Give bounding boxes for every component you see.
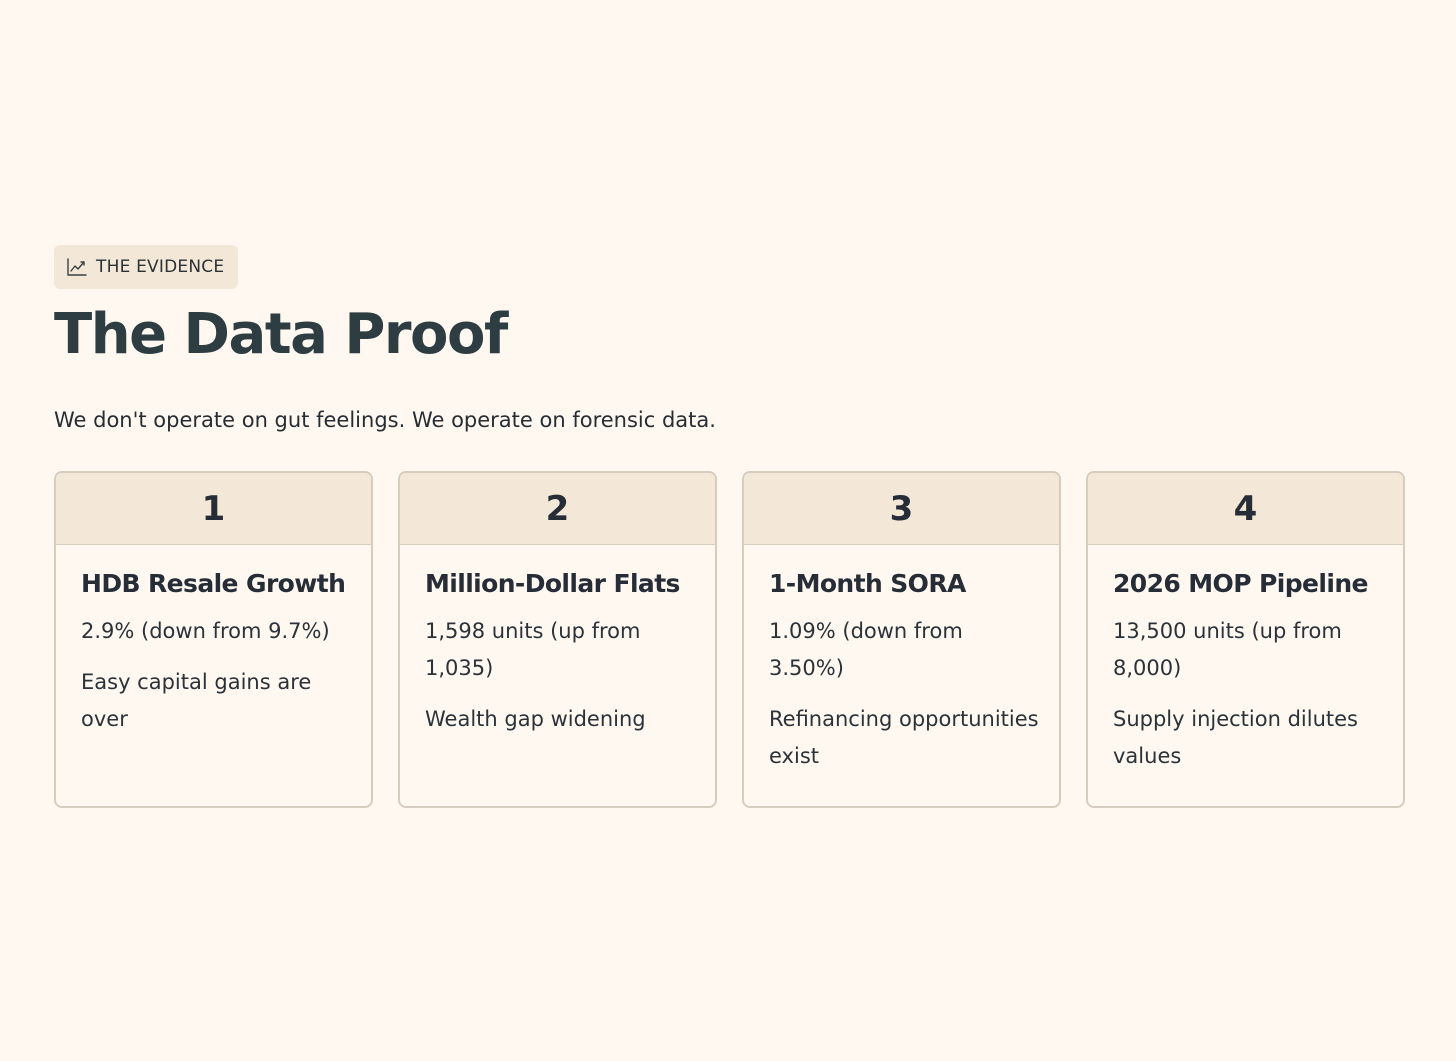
data-card: 2 Million-Dollar Flats 1,598 units (up f… bbox=[398, 471, 717, 808]
data-card: 4 2026 MOP Pipeline 13,500 units (up fro… bbox=[1086, 471, 1405, 808]
card-body: 1-Month SORA 1.09% (down from 3.50%) Ref… bbox=[744, 545, 1059, 775]
card-note: Wealth gap widening bbox=[425, 707, 646, 731]
data-card: 3 1-Month SORA 1.09% (down from 3.50%) R… bbox=[742, 471, 1061, 808]
card-number: 1 bbox=[201, 488, 226, 529]
card-stat: 1.09% (down from 3.50%) bbox=[769, 619, 963, 680]
page-subtitle: We don't operate on gut feelings. We ope… bbox=[54, 408, 716, 432]
card-title: HDB Resale Growth bbox=[81, 569, 346, 598]
evidence-section: THE EVIDENCE The Data Proof We don't ope… bbox=[54, 245, 1405, 808]
card-header: 4 bbox=[1088, 473, 1403, 545]
section-tag-label: THE EVIDENCE bbox=[96, 257, 225, 277]
data-card: 1 HDB Resale Growth 2.9% (down from 9.7%… bbox=[54, 471, 373, 808]
card-title: 2026 MOP Pipeline bbox=[1113, 569, 1368, 598]
trend-chart-icon bbox=[66, 257, 88, 277]
card-body: 2026 MOP Pipeline 13,500 units (up from … bbox=[1088, 545, 1403, 775]
card-title: Million-Dollar Flats bbox=[425, 569, 680, 598]
card-stat: 1,598 units (up from 1,035) bbox=[425, 619, 641, 680]
card-number: 3 bbox=[889, 488, 914, 529]
page-title: The Data Proof bbox=[54, 302, 508, 367]
card-number: 2 bbox=[545, 488, 570, 529]
card-stat: 2.9% (down from 9.7%) bbox=[81, 619, 330, 643]
section-tag: THE EVIDENCE bbox=[54, 245, 239, 289]
card-note: Supply injection dilutes values bbox=[1113, 707, 1358, 768]
card-note: Refinancing opportunities exist bbox=[769, 707, 1039, 768]
card-body: HDB Resale Growth 2.9% (down from 9.7%) … bbox=[56, 545, 371, 738]
card-header: 2 bbox=[400, 473, 715, 545]
card-note: Easy capital gains are over bbox=[81, 670, 312, 731]
card-grid: 1 HDB Resale Growth 2.9% (down from 9.7%… bbox=[54, 471, 1405, 808]
card-stat: 13,500 units (up from 8,000) bbox=[1113, 619, 1342, 680]
card-header: 1 bbox=[56, 473, 371, 545]
card-title: 1-Month SORA bbox=[769, 569, 966, 598]
card-body: Million-Dollar Flats 1,598 units (up fro… bbox=[400, 545, 715, 738]
card-header: 3 bbox=[744, 473, 1059, 545]
card-number: 4 bbox=[1233, 488, 1258, 529]
